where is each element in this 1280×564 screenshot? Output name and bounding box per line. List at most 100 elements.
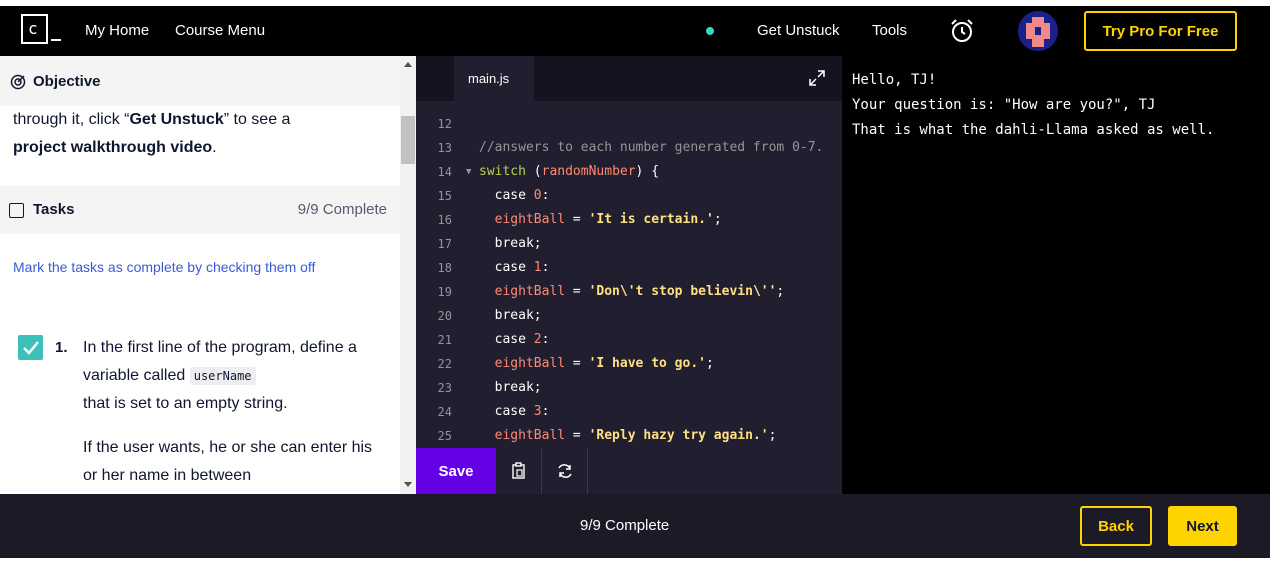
inline-code: userName	[189, 367, 256, 385]
code-line: 24 case 3:	[416, 400, 842, 424]
editor-toolbar: Save	[416, 448, 842, 494]
task-1-text: In the first line of the program, define…	[83, 334, 383, 494]
code-token: ) {	[635, 164, 660, 179]
get-unstuck-emphasis: Get Unstuck	[129, 111, 224, 128]
next-button[interactable]: Next	[1168, 506, 1237, 546]
nav-my-home[interactable]: My Home	[85, 22, 149, 39]
code-line: 18 case 1:	[416, 256, 842, 280]
code-token: case	[479, 260, 534, 275]
nav-course-menu[interactable]: Course Menu	[175, 22, 265, 39]
code-area[interactable]: 12 13//answers to each number generated f…	[416, 112, 842, 448]
tasks-hint: Mark the tasks as complete by checking t…	[13, 259, 316, 275]
page: c My Home Course Menu Get Unstuck Tools …	[0, 0, 1280, 564]
code-text: case 1:	[479, 256, 550, 280]
line-number: 20	[437, 309, 452, 323]
code-token: =	[565, 212, 589, 227]
code-line: 20 break;	[416, 304, 842, 328]
code-token: 'Reply hazy try again.'	[588, 428, 769, 443]
code-text: eightBall = 'Reply hazy try again.';	[479, 424, 777, 448]
code-text: break;	[479, 304, 542, 328]
top-nav: c My Home Course Menu Get Unstuck Tools …	[0, 6, 1270, 56]
checkmark-icon	[23, 341, 39, 355]
line-number: 23	[437, 381, 452, 395]
progress-text: 9/9 Complete	[580, 517, 670, 534]
code-line: 15 case 0:	[416, 184, 842, 208]
tasks-header[interactable]: Tasks 9/9 Complete	[0, 186, 400, 234]
checkbox-icon	[9, 203, 24, 218]
line-number: 12	[437, 117, 452, 131]
line-number: 24	[437, 405, 452, 419]
task-text-part: that is set to an empty string.	[83, 395, 288, 412]
status-dot	[706, 27, 714, 35]
objective-text-part: .	[212, 139, 217, 156]
code-token: ;	[705, 356, 714, 371]
reset-button[interactable]	[542, 448, 588, 494]
code-line: 25 eightBall = 'Reply hazy try again.';	[416, 424, 842, 448]
code-token: eightBall	[479, 284, 566, 299]
avatar-image	[1018, 11, 1058, 51]
line-number: 18	[437, 261, 452, 275]
scroll-down-icon[interactable]	[404, 482, 412, 487]
line-number: 17	[437, 237, 452, 251]
scrollbar-thumb[interactable]	[401, 116, 415, 164]
refresh-icon	[557, 464, 572, 478]
fold-arrow-icon[interactable]: ▼	[466, 160, 471, 184]
code-token: case	[479, 332, 534, 347]
code-text: break;	[479, 376, 542, 400]
alarm-clock-icon[interactable]	[949, 18, 975, 44]
code-token: 'Don\'t stop believin\''	[588, 284, 777, 299]
code-token: 1	[533, 260, 542, 275]
output-console: Hello, TJ! Your question is: "How are you…	[842, 56, 1270, 494]
code-token: case	[479, 188, 534, 203]
output-line: That is what the dahli-Llama asked as we…	[852, 122, 1215, 138]
task-1-checkbox[interactable]	[18, 335, 43, 360]
code-token: eightBall	[479, 212, 566, 227]
code-token: :	[541, 332, 550, 347]
code-token: =	[565, 284, 589, 299]
instructions-scrollbar[interactable]	[400, 56, 416, 494]
code-line: 16 eightBall = 'It is certain.';	[416, 208, 842, 232]
code-token: 'It is certain.'	[588, 212, 714, 227]
code-text: //answers to each number generated from …	[479, 136, 823, 160]
line-number: 21	[437, 333, 452, 347]
output-line: Your question is: "How are you?", TJ	[852, 97, 1156, 113]
code-token: 2	[533, 332, 542, 347]
tab-main-js[interactable]: main.js	[454, 56, 534, 101]
expand-icon[interactable]	[808, 69, 826, 87]
code-token: ;	[713, 212, 722, 227]
scroll-up-icon[interactable]	[404, 62, 412, 67]
objective-header[interactable]: Objective	[0, 56, 400, 106]
nav-tools[interactable]: Tools	[872, 22, 907, 39]
code-token: =	[565, 428, 589, 443]
copy-button[interactable]	[496, 448, 542, 494]
try-pro-button[interactable]: Try Pro For Free	[1084, 11, 1237, 51]
objective-text-part: through it, click “	[13, 111, 130, 128]
code-text: case 3:	[479, 400, 550, 424]
bottom-bar: 9/9 Complete Back Next	[0, 494, 1270, 558]
save-button[interactable]: Save	[416, 448, 496, 494]
code-token: case	[479, 404, 534, 419]
walkthrough-emphasis: project walkthrough video	[13, 139, 213, 156]
code-token: (	[525, 164, 542, 179]
code-text: switch (randomNumber) {	[479, 160, 659, 184]
code-token: break;	[479, 308, 542, 323]
line-number: 22	[437, 357, 452, 371]
code-token: break;	[479, 236, 542, 251]
code-token: :	[541, 188, 550, 203]
objective-text: through it, click “Get Unstuck” to see a…	[13, 106, 393, 162]
avatar[interactable]	[1018, 11, 1058, 51]
code-line: 21 case 2:	[416, 328, 842, 352]
code-token: 0	[533, 188, 542, 203]
line-number: 13	[437, 141, 452, 155]
tasks-count: 9/9 Complete	[297, 201, 387, 218]
codecademy-logo[interactable]: c	[21, 14, 61, 44]
code-line: 23 break;	[416, 376, 842, 400]
code-line: 14 ▼ switch (randomNumber) {	[416, 160, 842, 184]
code-token: eightBall	[479, 356, 566, 371]
back-button[interactable]: Back	[1080, 506, 1152, 546]
code-line: 12	[416, 112, 842, 136]
clipboard-icon	[511, 462, 525, 479]
nav-get-unstuck[interactable]: Get Unstuck	[757, 22, 840, 39]
code-token: ;	[768, 428, 777, 443]
code-editor: main.js 12 13//answers to each number gen…	[416, 56, 842, 494]
